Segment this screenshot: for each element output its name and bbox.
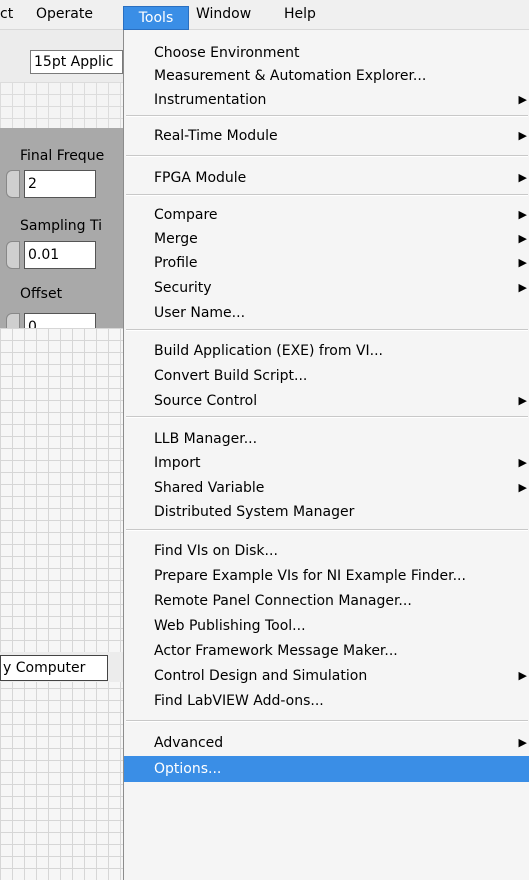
menu-item-label: Find LabVIEW Add-ons... (154, 693, 324, 709)
menu-item-options[interactable]: Options... (124, 756, 529, 782)
menu-item-label: Shared Variable (154, 480, 265, 496)
menu-item-label: Web Publishing Tool... (154, 618, 306, 634)
panel-grid (0, 82, 123, 128)
menu-item-label: Measurement & Automation Explorer... (154, 68, 427, 84)
menu-item-security[interactable]: Security ▶ (124, 275, 529, 301)
menu-item-label: User Name... (154, 305, 246, 321)
menu-item-control-design-and-simulation[interactable]: Control Design and Simulation ▶ (124, 663, 529, 689)
submenu-arrow-icon: ▶ (518, 256, 527, 269)
menu-item-label: Actor Framework Message Maker... (154, 643, 398, 659)
menu-help[interactable]: Help (284, 0, 316, 30)
submenu-arrow-icon: ▶ (518, 281, 527, 294)
target-selector[interactable]: y Computer (0, 655, 108, 681)
spin-arrows-icon[interactable] (6, 170, 20, 198)
menu-item-label: Advanced (154, 735, 224, 751)
menu-item-shared-variable[interactable]: Shared Variable ▶ (124, 475, 529, 501)
menu-item-label: Compare (154, 207, 218, 223)
menu-item-actor-framework-message-maker[interactable]: Actor Framework Message Maker... (124, 638, 529, 664)
sampling-time-field[interactable]: 0.01 (24, 241, 96, 269)
font-selector[interactable]: 15pt Applic (30, 50, 123, 74)
menu-item-label: FPGA Module (154, 170, 247, 186)
menu-separator (126, 720, 528, 722)
submenu-arrow-icon: ▶ (518, 208, 527, 221)
control-label-offset: Offset (20, 286, 63, 302)
control-label-sampling-time: Sampling Ti (20, 218, 102, 234)
menu-item-fpga-module[interactable]: FPGA Module ▶ (124, 165, 529, 191)
menu-item-distributed-system-manager[interactable]: Distributed System Manager (124, 499, 529, 525)
submenu-arrow-icon: ▶ (518, 456, 527, 469)
panel-grid (0, 328, 123, 880)
menu-item-label: Prepare Example VIs for NI Example Finde… (154, 568, 466, 584)
menu-item-label: Distributed System Manager (154, 504, 355, 520)
menu-item-find-labview-add-ons[interactable]: Find LabVIEW Add-ons... (124, 688, 529, 714)
menu-item-advanced[interactable]: Advanced ▶ (124, 730, 529, 756)
toolbar: 15pt Applic (0, 30, 123, 82)
menu-item-remote-panel-connection-manager[interactable]: Remote Panel Connection Manager... (124, 588, 529, 614)
menu-item-label: Build Application (EXE) from VI... (154, 343, 384, 359)
menu-item-label: Import (154, 455, 201, 471)
final-frequency-field[interactable]: 2 (24, 170, 96, 198)
front-panel: 15pt Applic Final Freque 2 Sampling Ti 0… (0, 30, 123, 880)
menu-item-instrumentation[interactable]: Instrumentation ▶ (124, 87, 529, 113)
submenu-arrow-icon: ▶ (518, 736, 527, 749)
menu-item-label: Control Design and Simulation (154, 668, 368, 684)
menu-tools[interactable]: Tools (123, 6, 189, 30)
spin-arrows-icon[interactable] (6, 241, 20, 269)
menu-item-label: Options... (154, 761, 222, 777)
menu-project[interactable]: ct (0, 0, 13, 30)
menu-item-label: Find VIs on Disk... (154, 543, 278, 559)
menu-item-merge[interactable]: Merge ▶ (124, 226, 529, 252)
menu-item-label: Real-Time Module (154, 128, 278, 144)
menu-separator (126, 416, 528, 418)
submenu-arrow-icon: ▶ (518, 481, 527, 494)
menu-item-measurement-automation-explorer[interactable]: Measurement & Automation Explorer... (124, 63, 529, 89)
menu-item-label: Profile (154, 255, 198, 271)
menu-item-user-name[interactable]: User Name... (124, 300, 529, 326)
menu-operate[interactable]: Operate (36, 0, 93, 30)
submenu-arrow-icon: ▶ (518, 394, 527, 407)
submenu-arrow-icon: ▶ (518, 129, 527, 142)
menu-item-profile[interactable]: Profile ▶ (124, 250, 529, 276)
menu-separator (126, 115, 528, 117)
menu-item-label: Source Control (154, 393, 258, 409)
menu-item-prepare-example-vis-for-ni-example-finder[interactable]: Prepare Example VIs for NI Example Finde… (124, 563, 529, 589)
menu-item-llb-manager[interactable]: LLB Manager... (124, 426, 529, 452)
controls-cluster: Final Freque 2 Sampling Ti 0.01 Offset 0 (0, 128, 123, 341)
submenu-arrow-icon: ▶ (518, 171, 527, 184)
menu-item-find-vis-on-disk[interactable]: Find VIs on Disk... (124, 538, 529, 564)
tools-dropdown-menu: Choose Environment Measurement & Automati… (123, 30, 529, 880)
menu-item-label: Instrumentation (154, 92, 267, 108)
menu-separator (126, 155, 528, 157)
menu-item-web-publishing-tool[interactable]: Web Publishing Tool... (124, 613, 529, 639)
menu-item-label: Security (154, 280, 212, 296)
menu-separator (126, 329, 528, 331)
menu-item-compare[interactable]: Compare ▶ (124, 202, 529, 228)
menu-separator (126, 529, 528, 531)
submenu-arrow-icon: ▶ (518, 93, 527, 106)
submenu-arrow-icon: ▶ (518, 669, 527, 682)
submenu-arrow-icon: ▶ (518, 232, 527, 245)
menu-item-label: Convert Build Script... (154, 368, 308, 384)
menu-item-convert-build-script[interactable]: Convert Build Script... (124, 363, 529, 389)
menu-item-import[interactable]: Import ▶ (124, 450, 529, 476)
menu-bar: ct Operate Tools Window Help (0, 0, 529, 30)
control-label-final-frequency: Final Freque (20, 148, 105, 164)
menu-item-source-control[interactable]: Source Control ▶ (124, 388, 529, 414)
menu-window[interactable]: Window (196, 0, 251, 30)
menu-item-label: Remote Panel Connection Manager... (154, 593, 412, 609)
menu-item-label: LLB Manager... (154, 431, 258, 447)
menu-item-label: Merge (154, 231, 198, 247)
menu-item-build-application-exe-from-vi[interactable]: Build Application (EXE) from VI... (124, 338, 529, 364)
menu-separator (126, 194, 528, 196)
menu-item-real-time-module[interactable]: Real-Time Module ▶ (124, 123, 529, 149)
